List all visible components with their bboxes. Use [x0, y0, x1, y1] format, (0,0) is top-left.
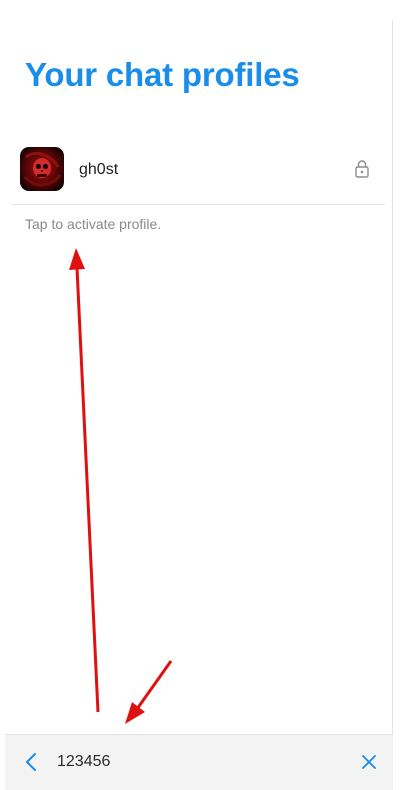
profile-row[interactable]: gh0st [12, 140, 385, 205]
hint-text: Tap to activate profile. [25, 216, 162, 232]
clear-button[interactable] [359, 752, 379, 772]
annotation-arrow-up [75, 267, 100, 713]
annotation-arrow-up-head [69, 248, 85, 270]
skull-avatar-icon [20, 147, 64, 191]
screen-edge-divider [392, 20, 393, 790]
page-title: Your chat profiles [25, 56, 300, 93]
annotation-arrow-diag [135, 660, 173, 710]
annotation-arrows [69, 248, 173, 724]
back-button[interactable] [21, 751, 43, 773]
profile-avatar [20, 147, 64, 191]
chevron-left-icon [26, 753, 36, 771]
chat-profiles-screen: Your chat profiles gh0st Tap to activate… [0, 0, 400, 790]
annotation-arrow-diag-head [125, 702, 145, 724]
passcode-input[interactable] [57, 750, 337, 774]
lock-icon [354, 159, 370, 179]
profile-name: gh0st [79, 161, 119, 178]
bottom-input-bar [5, 734, 393, 790]
close-icon [362, 755, 376, 769]
